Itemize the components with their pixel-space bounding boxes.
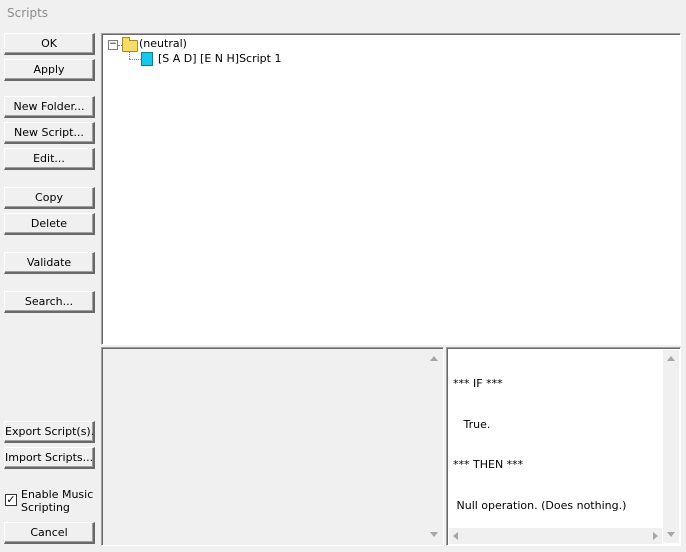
validate-button[interactable]: Validate — [4, 252, 95, 274]
scroll-left-icon[interactable] — [453, 532, 458, 540]
new-script-button[interactable]: New Script... — [4, 122, 95, 144]
script-text: *** IF *** True. *** THEN *** Null opera… — [453, 350, 626, 539]
script-line: *** THEN *** — [453, 458, 524, 471]
tree-node-neutral[interactable]: (neutral) — [139, 36, 187, 52]
apply-button[interactable]: Apply — [4, 59, 95, 81]
enable-music-scripting-checkbox[interactable]: ✓ Enable Music Scripting — [4, 488, 100, 518]
script-tree[interactable]: − (neutral) [S A D] [E N H]Script 1 — [101, 33, 681, 345]
checkbox-box[interactable]: ✓ — [5, 494, 17, 506]
export-scripts-button[interactable]: Export Script(s)... — [4, 421, 95, 443]
script-text-pane[interactable]: *** IF *** True. *** THEN *** Null opera… — [446, 347, 681, 546]
edit-button[interactable]: Edit... — [4, 148, 95, 170]
scroll-right-icon[interactable] — [653, 532, 658, 540]
scroll-down-icon[interactable] — [430, 532, 438, 537]
script-detail-pane — [101, 347, 444, 546]
cancel-button[interactable]: Cancel — [4, 522, 95, 544]
folder-icon — [122, 37, 138, 52]
window-title: Scripts — [7, 6, 49, 20]
checkbox-label: Enable Music Scripting — [21, 488, 94, 514]
script-icon — [141, 52, 153, 66]
vertical-scrollbar[interactable] — [663, 350, 679, 543]
script-line: True. — [453, 417, 491, 431]
script-line: Null operation. (Does nothing.) — [453, 498, 627, 512]
tree-connector — [129, 51, 130, 59]
tree-connector — [129, 59, 141, 60]
scroll-down-icon[interactable] — [667, 532, 675, 537]
script-line: *** IF *** — [453, 377, 503, 390]
tree-node-script-1[interactable]: [S A D] [E N H]Script 1 — [158, 51, 281, 67]
copy-button[interactable]: Copy — [4, 187, 95, 209]
scroll-up-icon[interactable] — [667, 356, 675, 361]
vertical-scrollbar[interactable] — [426, 350, 442, 543]
import-scripts-button[interactable]: Import Scripts... — [4, 447, 95, 469]
horizontal-scrollbar[interactable] — [449, 528, 662, 544]
collapse-icon[interactable]: − — [108, 40, 118, 50]
scroll-up-icon[interactable] — [430, 356, 438, 361]
new-folder-button[interactable]: New Folder... — [4, 96, 95, 118]
ok-button[interactable]: OK — [4, 33, 95, 55]
search-button[interactable]: Search... — [4, 291, 95, 313]
delete-button[interactable]: Delete — [4, 213, 95, 235]
